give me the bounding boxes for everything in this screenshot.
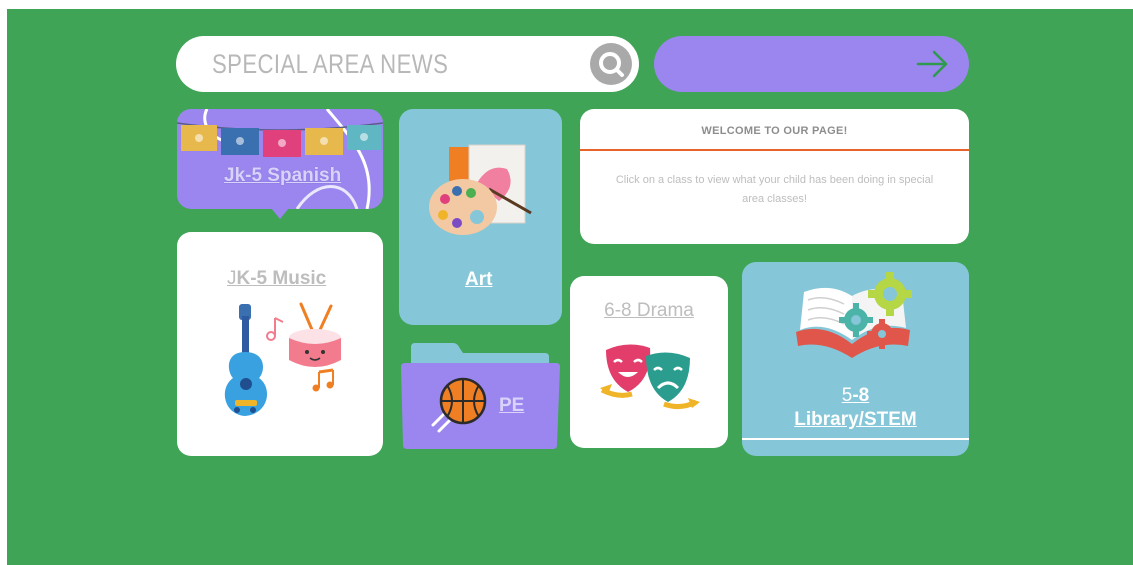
divider bbox=[742, 438, 969, 440]
paint-palette-icon bbox=[429, 144, 532, 235]
music-card[interactable]: JK-5 Music bbox=[177, 232, 383, 456]
music-note-icon bbox=[266, 317, 284, 341]
page-background: SPECIAL AREA NEWS Jk-5 Spanish Art WELCO… bbox=[7, 9, 1133, 565]
music-link[interactable]: JK-5 Music bbox=[227, 268, 326, 290]
go-button[interactable] bbox=[654, 36, 969, 92]
welcome-card: WELCOME TO OUR PAGE! Click on a class to… bbox=[580, 109, 969, 244]
music-note-icon bbox=[312, 368, 334, 392]
basketball-icon bbox=[431, 377, 487, 433]
music-link-text: K-5 Music bbox=[236, 268, 327, 289]
library-link-line1-prefix: 5 bbox=[841, 385, 853, 406]
papel-picado-banner-icon bbox=[177, 109, 383, 209]
search-bar[interactable]: SPECIAL AREA NEWS bbox=[176, 36, 639, 92]
art-card[interactable]: Art bbox=[399, 109, 562, 325]
music-link-prefix: J bbox=[227, 268, 237, 289]
divider bbox=[580, 149, 969, 151]
library-link-line1-rest: -8 bbox=[852, 385, 870, 406]
art-link[interactable]: Art bbox=[465, 269, 492, 291]
drama-card[interactable]: 6-8 Drama bbox=[570, 276, 728, 448]
spanish-link[interactable]: Jk-5 Spanish bbox=[224, 165, 341, 187]
theater-masks-icon bbox=[600, 344, 700, 410]
speech-bubble-tail bbox=[271, 208, 289, 219]
drama-link[interactable]: 6-8 Drama bbox=[570, 300, 728, 322]
pe-card[interactable]: PE bbox=[399, 341, 562, 451]
spanish-card[interactable]: Jk-5 Spanish bbox=[177, 109, 383, 209]
search-input[interactable]: SPECIAL AREA NEWS bbox=[212, 49, 448, 80]
welcome-title: WELCOME TO OUR PAGE! bbox=[701, 125, 848, 137]
welcome-message: Click on a class to view what your child… bbox=[615, 174, 934, 205]
arrow-right-icon bbox=[916, 50, 948, 78]
library-link[interactable]: 5-8 Library/STEM bbox=[742, 384, 969, 432]
pe-link[interactable]: PE bbox=[499, 395, 524, 417]
gears-icon bbox=[839, 272, 912, 349]
library-card[interactable]: 5-8 Library/STEM bbox=[742, 262, 969, 456]
search-icon[interactable] bbox=[590, 43, 632, 85]
library-link-line2: Library/STEM bbox=[794, 409, 917, 430]
